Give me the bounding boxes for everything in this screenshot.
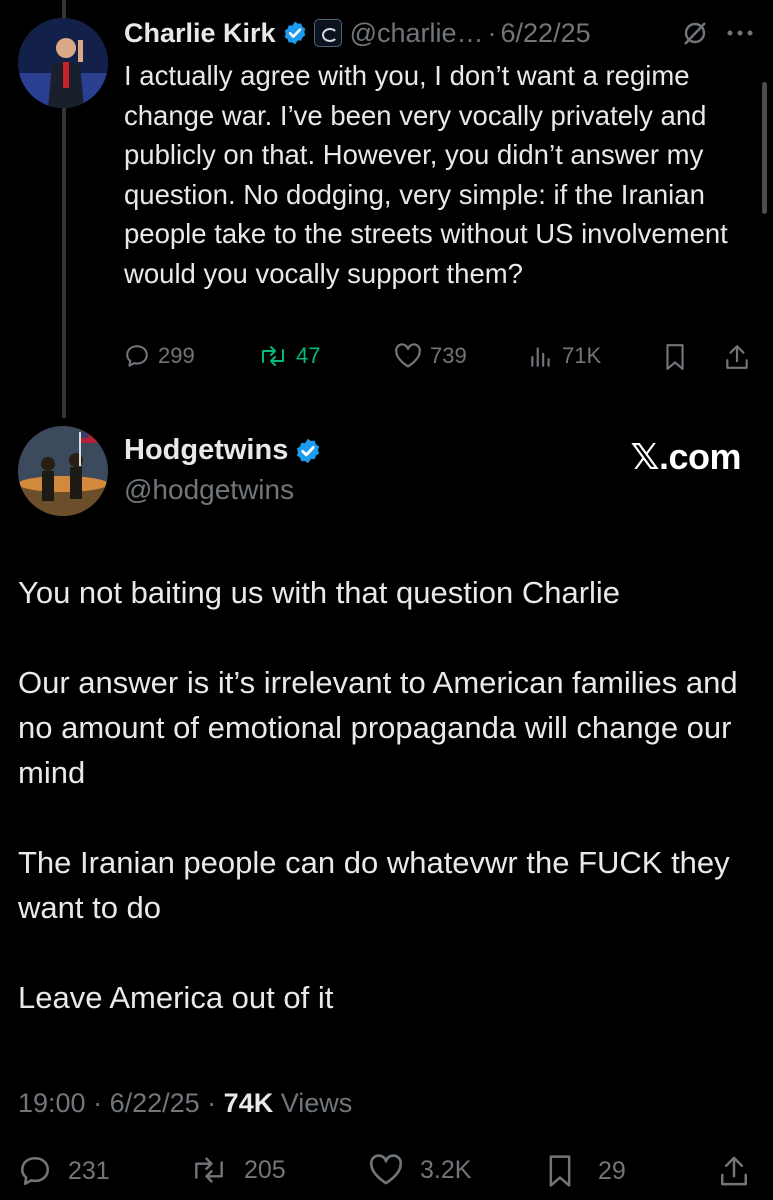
repost-button[interactable]: 205 (190, 1154, 286, 1186)
header-separator: · (487, 17, 497, 48)
repost-icon (195, 1157, 223, 1183)
verified-icon (284, 21, 305, 45)
views-button[interactable]: 71K (528, 343, 601, 369)
more-icon[interactable] (727, 29, 753, 37)
reply-author-handle[interactable]: @charlie… (350, 18, 484, 49)
reply-tweet[interactable]: Charlie Kirk @charlie… · 6/22/25 I actua… (0, 0, 773, 420)
reply-icon (20, 1156, 50, 1186)
share-button[interactable] (718, 1154, 750, 1188)
scrollbar[interactable] (762, 82, 767, 214)
tweet-time[interactable]: 19:00 (18, 1088, 86, 1118)
reply-button[interactable]: 231 (18, 1154, 110, 1188)
like-count: 739 (430, 343, 467, 368)
repost-icon (262, 346, 284, 366)
bookmark-button[interactable] (664, 343, 686, 371)
tweet-paragraph: You not baiting us with that question Ch… (18, 575, 621, 610)
tweet-meta: 19:00 · 6/22/25 · 74K Views (18, 1088, 352, 1119)
share-button[interactable] (724, 343, 750, 371)
like-button[interactable]: 739 (394, 343, 467, 369)
reply-count: 299 (158, 343, 195, 368)
reply-text: I actually agree with you, I don’t want … (124, 60, 728, 289)
affiliate-badge-icon[interactable] (313, 19, 342, 47)
reply-header: Charlie Kirk @charlie… · 6/22/25 (124, 14, 753, 52)
meta-separator: · (199, 1088, 224, 1118)
views-count[interactable]: 74K (224, 1088, 274, 1118)
verified-icon (297, 438, 320, 463)
like-count: 3.2K (420, 1155, 472, 1184)
repost-count: 205 (244, 1155, 286, 1184)
reply-action-bar: 299 47 739 71K (124, 343, 754, 379)
repost-count: 47 (296, 343, 321, 368)
views-icon (531, 347, 550, 367)
main-author-handle[interactable]: @hodgetwins (124, 474, 294, 506)
like-button[interactable]: 3.2K (368, 1154, 471, 1186)
tweet-date[interactable]: 6/22/25 (110, 1088, 200, 1118)
bookmark-count: 29 (598, 1156, 626, 1185)
reply-icon (126, 345, 148, 367)
main-author-row: Hodgetwins (124, 434, 322, 467)
like-icon (369, 1154, 403, 1185)
meta-separator: · (85, 1088, 110, 1118)
charlie-kirk-avatar[interactable] (18, 18, 108, 108)
views-count: 71K (562, 343, 602, 368)
main-tweet: Hodgetwins @hodgetwins 𝕏.com You not bai… (0, 420, 773, 1200)
bookmark-icon (549, 1155, 571, 1187)
main-action-bar: 231 205 3.2K 29 (18, 1150, 758, 1192)
reply-count: 231 (68, 1156, 110, 1185)
share-icon (726, 345, 748, 369)
reply-button[interactable]: 299 (124, 343, 195, 369)
main-author-name[interactable]: Hodgetwins (124, 434, 288, 467)
main-tweet-text: You not baiting us with that question Ch… (18, 570, 748, 1065)
bookmark-button[interactable]: 29 (546, 1154, 626, 1188)
reply-author-name[interactable]: Charlie Kirk (124, 18, 276, 49)
tweet-paragraph: Leave America out of it (18, 980, 334, 1015)
reply-date[interactable]: 6/22/25 (501, 18, 591, 49)
repost-button[interactable]: 47 (258, 343, 320, 369)
grok-icon[interactable] (681, 19, 709, 47)
hodgetwins-avatar[interactable] (18, 426, 108, 516)
like-icon (395, 343, 421, 368)
tweet-paragraph: The Iranian people can do whatevwr the F… (18, 845, 730, 925)
x-watermark: 𝕏.com (630, 436, 741, 477)
views-label: Views (273, 1088, 353, 1118)
bookmark-icon (666, 344, 684, 370)
share-icon (720, 1156, 748, 1186)
tweet-paragraph: Our answer is it’s irrelevant to America… (18, 665, 738, 790)
